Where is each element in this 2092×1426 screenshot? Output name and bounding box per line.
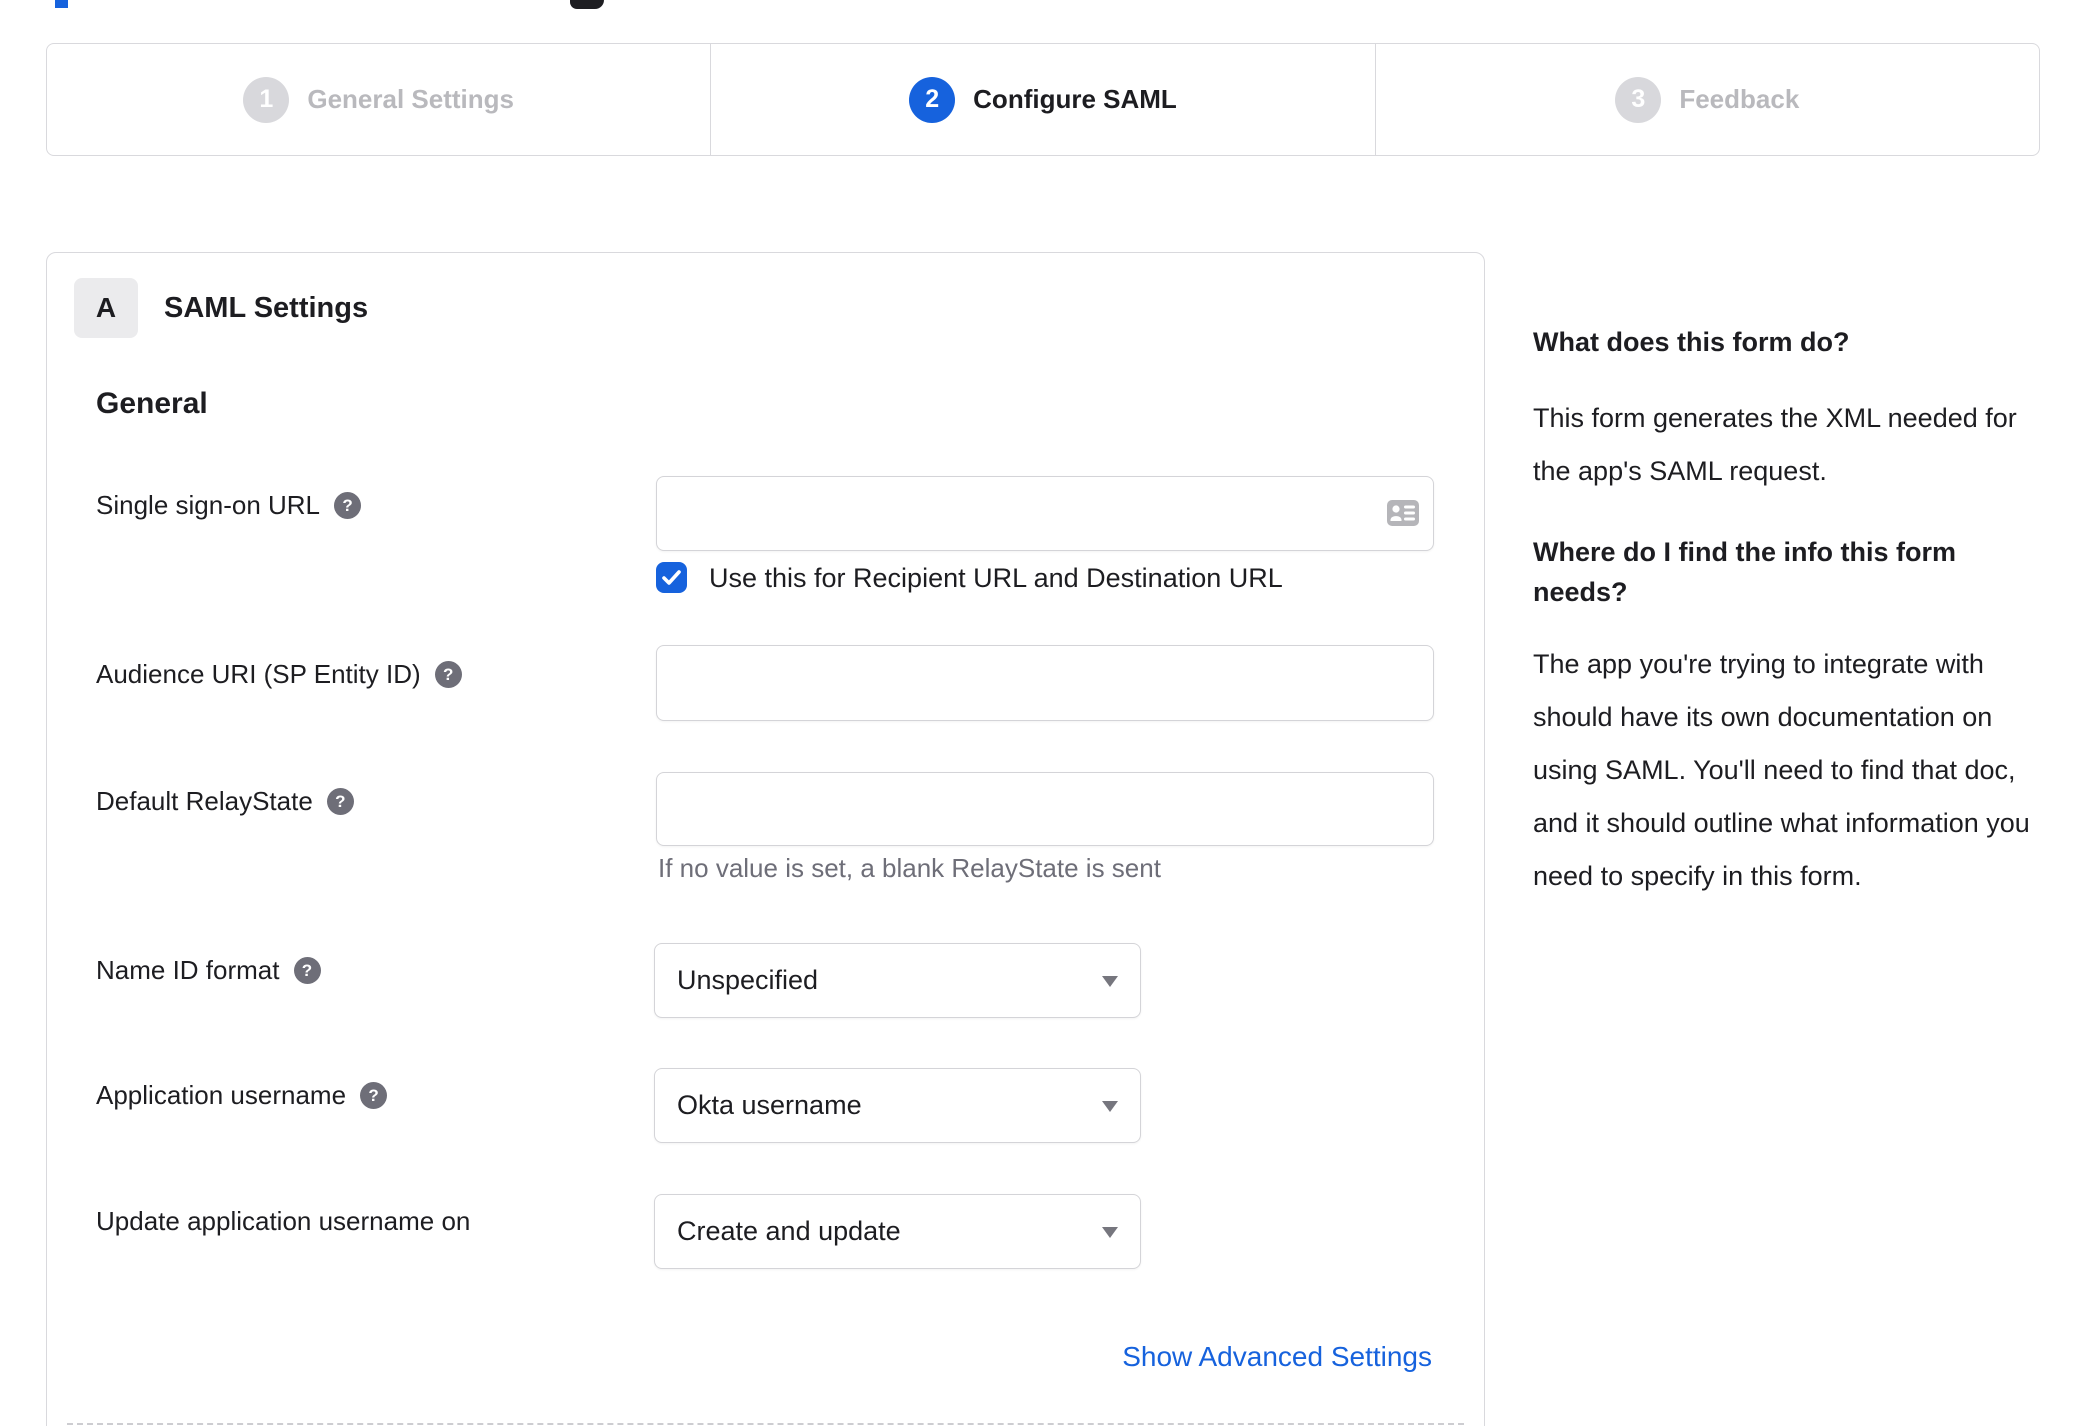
saml-settings-card: A SAML Settings General Single sign-on U… [46,252,1485,1426]
help-paragraph-where: The app you're trying to integrate with … [1533,649,2030,891]
recipient-url-checkbox-label[interactable]: Use this for Recipient URL and Destinati… [709,563,1283,594]
field-row-application-username: Application username ? Okta username [47,1068,1484,1143]
help-icon[interactable]: ? [434,661,462,688]
chevron-down-icon [1102,1100,1118,1112]
step-general-settings[interactable]: 1 General Settings [47,44,710,155]
field-row-name-id-format: Name ID format ? Unspecified [47,943,1484,1018]
help-icon[interactable]: ? [326,788,354,815]
update-app-username-label: Update application username on [96,1206,470,1237]
section-letter-badge: A [74,278,138,338]
recipient-url-checkbox-row: Use this for Recipient URL and Destinati… [47,562,1484,593]
step-1-circle: 1 [243,76,290,123]
help-paragraph-what: This form generates the XML needed for t… [1533,403,2017,486]
application-username-select[interactable]: Okta username [654,1068,1141,1143]
help-heading-what: What does this form do? [1533,327,1850,357]
audience-uri-label-text: Audience URI (SP Entity ID) [96,659,421,689]
update-app-username-value: Create and update [677,1216,901,1246]
application-username-value: Okta username [677,1090,862,1120]
section-title: SAML Settings [164,291,369,324]
recipient-url-checkbox[interactable] [656,562,687,593]
step-feedback[interactable]: 3 Feedback [1374,44,2039,155]
step-2-circle: 2 [909,76,956,123]
default-relaystate-label-text: Default RelayState [96,786,313,816]
step-configure-saml[interactable]: 2 Configure SAML [710,44,1374,155]
page-title-fragment-dark [570,0,604,9]
wizard-stepper: 1 General Settings 2 Configure SAML 3 Fe… [46,43,2040,156]
help-panel: What does this form do? This form genera… [1533,322,2038,937]
show-advanced-settings-link[interactable]: Show Advanced Settings [1122,1341,1432,1373]
field-row-update-app-username: Update application username on Create an… [47,1194,1484,1269]
chevron-down-icon [1102,975,1118,987]
checkmark-icon [662,570,681,585]
step-3-label: Feedback [1679,84,1800,114]
name-id-format-select[interactable]: Unspecified [654,943,1141,1018]
update-app-username-label-text: Update application username on [96,1206,471,1236]
page-title-fragment-blue [55,0,68,8]
step-3-circle: 3 [1615,76,1662,123]
field-row-audience-uri: Audience URI (SP Entity ID) ? [47,645,1484,721]
help-icon[interactable]: ? [293,957,321,984]
application-username-label-text: Application username [96,1080,347,1110]
help-icon[interactable]: ? [360,1082,388,1109]
field-row-default-relaystate: Default RelayState ? [47,772,1484,846]
single-sign-on-url-input[interactable] [656,476,1434,551]
step-2-label: Configure SAML [973,84,1177,114]
group-title-general: General [96,387,208,420]
application-username-label: Application username ? [96,1080,388,1111]
relaystate-helper-text: If no value is set, a blank RelayState i… [658,853,1161,883]
configure-saml-page: 1 General Settings 2 Configure SAML 3 Fe… [0,0,2092,1426]
step-1-label: General Settings [307,84,514,114]
section-dashed-divider [67,1423,1464,1425]
name-id-format-value: Unspecified [677,965,819,995]
field-row-single-sign-on-url: Single sign-on URL ? [47,476,1484,551]
help-icon[interactable]: ? [334,492,362,519]
default-relaystate-label: Default RelayState ? [96,786,354,817]
chevron-down-icon [1102,1226,1118,1238]
audience-uri-input[interactable] [656,645,1434,721]
update-app-username-select[interactable]: Create and update [654,1194,1141,1269]
help-heading-where: Where do I find the info this form needs… [1533,537,1956,607]
name-id-format-label-text: Name ID format [96,955,280,985]
audience-uri-label: Audience URI (SP Entity ID) ? [96,659,462,690]
contact-card-icon[interactable] [1386,499,1420,532]
name-id-format-label: Name ID format ? [96,955,321,986]
single-sign-on-url-label: Single sign-on URL ? [96,490,362,521]
single-sign-on-url-label-text: Single sign-on URL [96,490,321,520]
default-relaystate-input[interactable] [656,772,1434,846]
